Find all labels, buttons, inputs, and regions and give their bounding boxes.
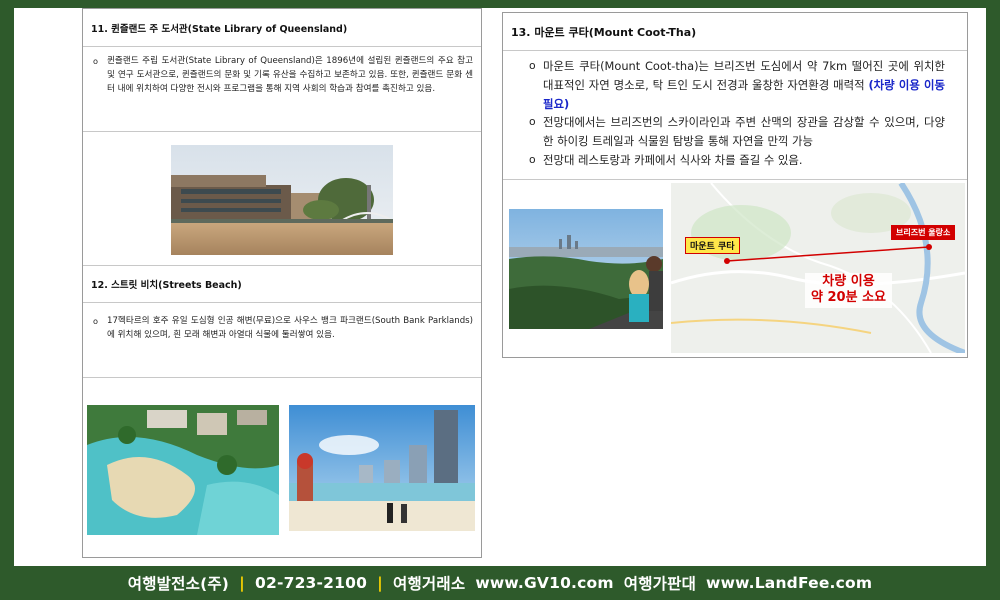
map-start-label: 마운트 쿠타 bbox=[685, 237, 740, 254]
section-13-bullet-2: 전망대에서는 브리즈번의 스카이라인과 주변 산맥의 장관을 감상할 수 있으며… bbox=[529, 113, 945, 151]
section-11-bullets: 퀸즐랜드 주립 도서관(State Library of Queensland)… bbox=[83, 47, 481, 97]
section-13-title: 13. 마운트 쿠타(Mount Coot-Tha) bbox=[503, 13, 967, 51]
section-13-bullet-1: 마운트 쿠타(Mount Coot-tha)는 브리즈번 도심에서 약 7km … bbox=[529, 57, 945, 113]
frame-left bbox=[0, 0, 14, 600]
section-13-bullet-3: 전망대 레스토랑과 카페에서 식사와 차를 즐길 수 있음. bbox=[529, 151, 945, 170]
footer-exchange-url[interactable]: www.GV10.com bbox=[475, 574, 613, 592]
divider bbox=[83, 377, 481, 378]
section-12-bullet: 17헥타르의 호주 유일 도심형 인공 해변(무료)으로 사우스 뱅크 파크랜드… bbox=[93, 315, 473, 343]
right-panel: 13. 마운트 쿠타(Mount Coot-Tha) 마운트 쿠타(Mount … bbox=[502, 12, 968, 358]
left-panel: 11. 퀸즐랜드 주 도서관(State Library of Queensla… bbox=[82, 8, 482, 558]
footer-separator: | bbox=[239, 574, 245, 592]
section-12-bullets: 17헥타르의 호주 유일 도심형 인공 해변(무료)으로 사우스 뱅크 파크랜드… bbox=[83, 309, 481, 343]
route-time-label: 차량 이용 약 20분 소요 bbox=[805, 273, 892, 308]
section-13-bullets: 마운트 쿠타(Mount Coot-tha)는 브리즈번 도심에서 약 7km … bbox=[503, 51, 967, 170]
footer-separator: | bbox=[377, 574, 383, 592]
footer-exchange-label: 여행거래소 bbox=[393, 575, 466, 593]
divider bbox=[83, 131, 481, 132]
state-library-photo bbox=[171, 145, 393, 255]
frame-right bbox=[986, 0, 1000, 600]
footer-market-label: 여행가판대 bbox=[623, 575, 697, 593]
section-12-title: 12. 스트릿 비치(Streets Beach) bbox=[83, 265, 481, 303]
footer-bar: 여행발전소(주) | 02-723-2100 | 여행거래소 www.GV10.… bbox=[0, 566, 1000, 600]
section-11-title: 11. 퀸즐랜드 주 도서관(State Library of Queensla… bbox=[83, 9, 481, 47]
footer-market-url[interactable]: www.LandFee.com bbox=[706, 574, 872, 592]
footer-phone: 02-723-2100 bbox=[254, 574, 368, 592]
section-11-bullet: 퀸즐랜드 주립 도서관(State Library of Queensland)… bbox=[93, 55, 473, 97]
mount-coot-tha-lookout-photo bbox=[509, 209, 663, 329]
streets-beach-aerial-photo bbox=[87, 405, 279, 535]
divider bbox=[503, 179, 967, 180]
route-map: 마운트 쿠타 브리즈번 울랑소 차량 이용 약 20분 소요 bbox=[671, 183, 965, 353]
footer-company: 여행발전소(주) bbox=[127, 575, 230, 593]
map-end-label: 브리즈번 울랑소 bbox=[891, 225, 956, 240]
streets-beach-skyline-photo bbox=[289, 405, 475, 531]
frame-top bbox=[0, 0, 1000, 8]
